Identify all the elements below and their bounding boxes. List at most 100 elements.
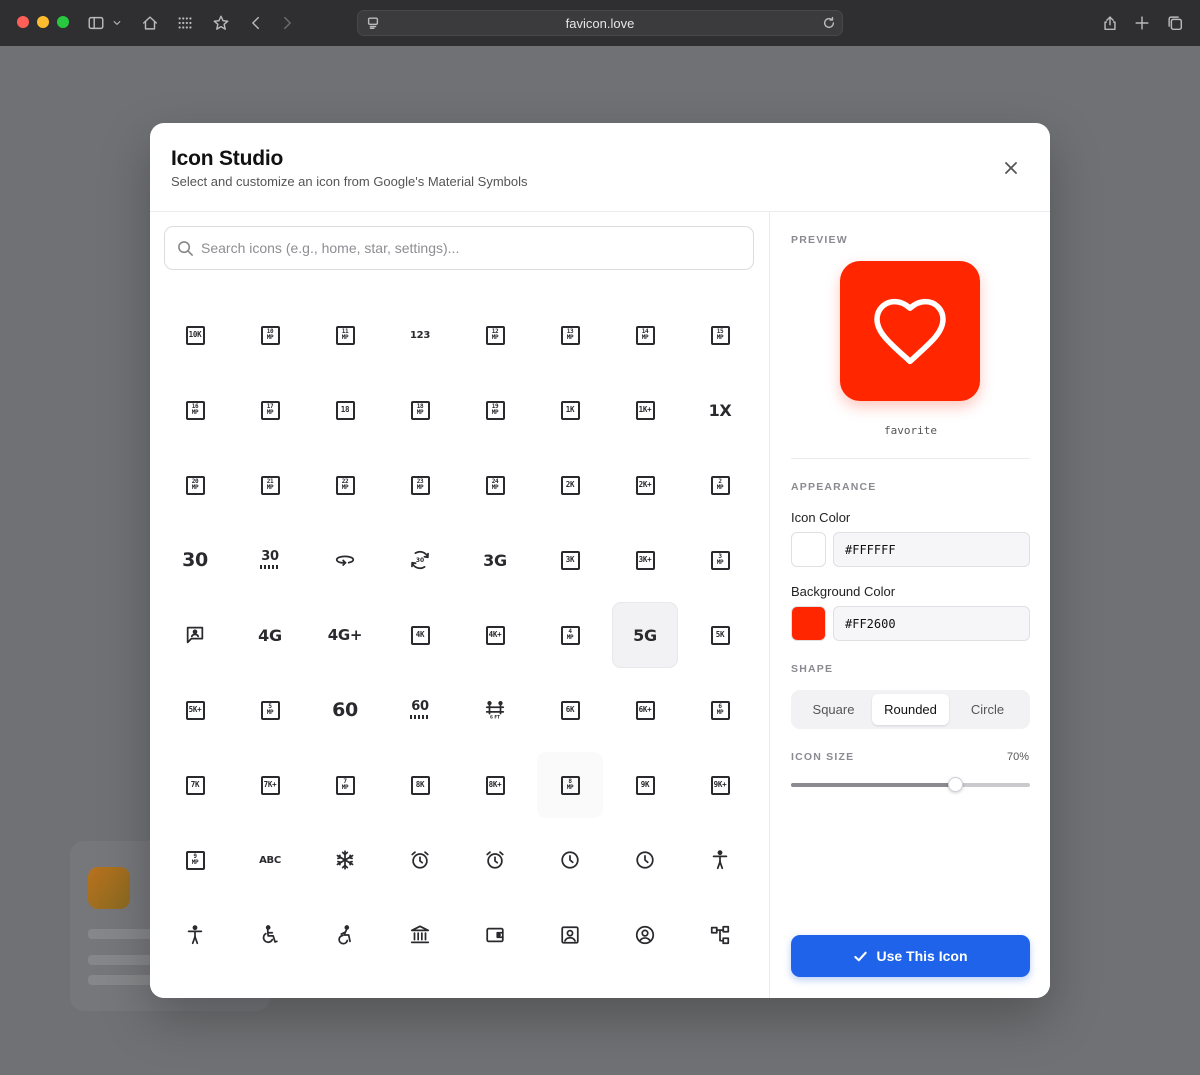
search-input[interactable] [201,240,753,256]
icon-cell[interactable]: 4G+ [312,602,378,668]
icon-cell[interactable] [237,977,303,998]
icon-cell[interactable]: 6 FT [462,677,528,743]
icon-cell[interactable]: 19 MP [462,377,528,443]
icon-cell[interactable]: 5K+ [162,677,228,743]
icon-cell[interactable] [237,902,303,968]
home-icon[interactable] [139,12,161,34]
icon-cell[interactable]: 15 MP [687,302,753,368]
icon-cell[interactable]: 6K+ [612,677,678,743]
icon-cell[interactable]: 11 MP [312,302,378,368]
icon-cell[interactable]: 6K [537,677,603,743]
icon-cell[interactable] [612,977,678,998]
icon-cell[interactable] [612,902,678,968]
icon-cell[interactable]: 1K+ [612,377,678,443]
icon-cell[interactable]: 60 [312,677,378,743]
icon-cell[interactable] [537,827,603,893]
icon-cell[interactable]: 2K+ [612,452,678,518]
page-settings-icon[interactable] [366,16,380,35]
close-button[interactable] [994,151,1028,185]
icon-cell[interactable]: 17 MP [237,377,303,443]
reload-icon[interactable] [822,16,836,35]
icon-cell[interactable]: 9K+ [687,752,753,818]
shape-option-rounded[interactable]: Rounded [872,694,949,725]
star-icon[interactable] [210,12,232,34]
shape-option-square[interactable]: Square [795,694,872,725]
icon-cell[interactable]: 1X [687,377,753,443]
icon-cell[interactable]: ABC [237,827,303,893]
icon-cell[interactable] [462,827,528,893]
icon-cell[interactable]: 4K+ [462,602,528,668]
icon-cell[interactable]: 5G [612,602,678,668]
icon-color-input[interactable]: #FFFFFF [833,532,1030,567]
icon-cell[interactable] [162,902,228,968]
search-box[interactable] [164,226,754,270]
icon-cell[interactable] [462,902,528,968]
icon-cell[interactable] [387,977,453,998]
icon-cell[interactable]: 16 MP [162,377,228,443]
share-icon[interactable] [1099,12,1121,34]
use-this-icon-button[interactable]: Use This Icon [791,935,1030,977]
icon-cell[interactable]: 20 MP [162,452,228,518]
icon-cell[interactable] [537,902,603,968]
icon-cell[interactable]: 4G [237,602,303,668]
icon-cell[interactable]: 1K [537,377,603,443]
icon-cell[interactable]: 14 MP [612,302,678,368]
icon-cell[interactable] [687,902,753,968]
icon-cell[interactable] [162,602,228,668]
icon-cell[interactable]: 7 MP [312,752,378,818]
new-tab-icon[interactable] [1131,12,1153,34]
chevron-down-icon[interactable] [110,12,124,34]
icon-cell[interactable] [312,527,378,593]
icon-cell[interactable]: 123 [387,302,453,368]
icon-cell[interactable]: 8 MP [537,752,603,818]
icon-color-swatch[interactable] [791,532,826,567]
icon-cell[interactable]: 21 MP [237,452,303,518]
icon-cell[interactable]: 9K [612,752,678,818]
close-window-button[interactable] [17,16,29,28]
icon-cell[interactable]: 4K [387,602,453,668]
shape-option-circle[interactable]: Circle [949,694,1026,725]
icon-cell[interactable] [162,977,228,998]
icon-cell[interactable]: 18 [312,377,378,443]
zoom-window-button[interactable] [57,16,69,28]
icon-cell[interactable]: 13 MP [537,302,603,368]
slider-thumb[interactable] [947,777,963,792]
icon-size-slider[interactable] [791,777,1030,792]
icon-cell[interactable] [612,827,678,893]
icon-cell[interactable]: 2 MP [687,452,753,518]
icon-cell[interactable]: 30 [237,527,303,593]
icon-cell[interactable] [387,827,453,893]
address-bar[interactable]: favicon.love [357,10,843,36]
icon-cell[interactable]: 4 MP [537,602,603,668]
icon-cell[interactable]: 3 MP [687,527,753,593]
icon-cell[interactable]: 7K [162,752,228,818]
icon-cell[interactable] [687,827,753,893]
background-color-swatch[interactable] [791,606,826,641]
icon-cell[interactable]: 3K [537,527,603,593]
icon-cell[interactable]: 24 MP [462,452,528,518]
icon-cell[interactable]: 10K [162,302,228,368]
icon-cell[interactable]: 30 [387,527,453,593]
background-color-input[interactable]: #FF2600 [833,606,1030,641]
back-icon[interactable] [245,12,267,34]
icon-cell[interactable] [537,977,603,998]
forward-icon[interactable] [276,12,298,34]
icon-cell[interactable]: 30 [162,527,228,593]
minimize-window-button[interactable] [37,16,49,28]
icon-cell[interactable]: 7K+ [237,752,303,818]
icon-cell[interactable]: 23 MP [387,452,453,518]
icon-cell[interactable]: 22 MP [312,452,378,518]
icon-cell[interactable]: 3G [462,527,528,593]
icon-cell[interactable]: 9 MP [162,827,228,893]
icon-cell[interactable] [462,977,528,998]
icon-cell[interactable] [687,977,753,998]
icon-cell[interactable]: 18 MP [387,377,453,443]
icon-cell[interactable]: 2K [537,452,603,518]
sidebar-toggle-icon[interactable] [85,12,107,34]
icon-cell[interactable] [312,902,378,968]
icon-cell[interactable] [312,977,378,998]
icon-cell[interactable]: 6 MP [687,677,753,743]
apps-grid-icon[interactable] [174,12,196,34]
icon-cell[interactable] [387,902,453,968]
icon-cell[interactable]: 12 MP [462,302,528,368]
